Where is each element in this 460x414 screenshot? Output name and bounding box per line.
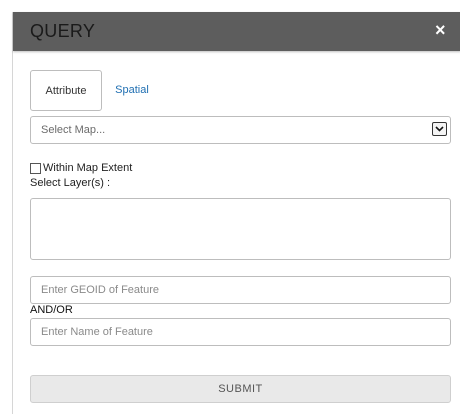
query-dialog: QUERY × Attribute Spatial Select Map... … [12, 12, 460, 414]
dialog-title: QUERY [30, 21, 96, 41]
map-select[interactable]: Select Map... [30, 116, 451, 144]
tab-attribute[interactable]: Attribute [30, 70, 102, 111]
submit-button[interactable]: SUBMIT [30, 375, 451, 403]
close-icon[interactable]: × [435, 20, 446, 41]
within-extent-label: Within Map Extent [43, 162, 133, 174]
map-select-value: Select Map... [41, 124, 106, 136]
tab-spatial[interactable]: Spatial [108, 70, 156, 111]
layers-label: Select Layer(s) : [30, 177, 111, 189]
dialog-titlebar: QUERY × [13, 12, 460, 51]
chevron-down-icon[interactable] [432, 122, 447, 136]
layers-list[interactable] [30, 198, 451, 260]
geoid-input[interactable] [30, 276, 451, 304]
feature-name-input[interactable] [30, 318, 451, 346]
within-extent-checkbox[interactable] [30, 163, 41, 174]
andor-label: AND/OR [30, 304, 73, 316]
